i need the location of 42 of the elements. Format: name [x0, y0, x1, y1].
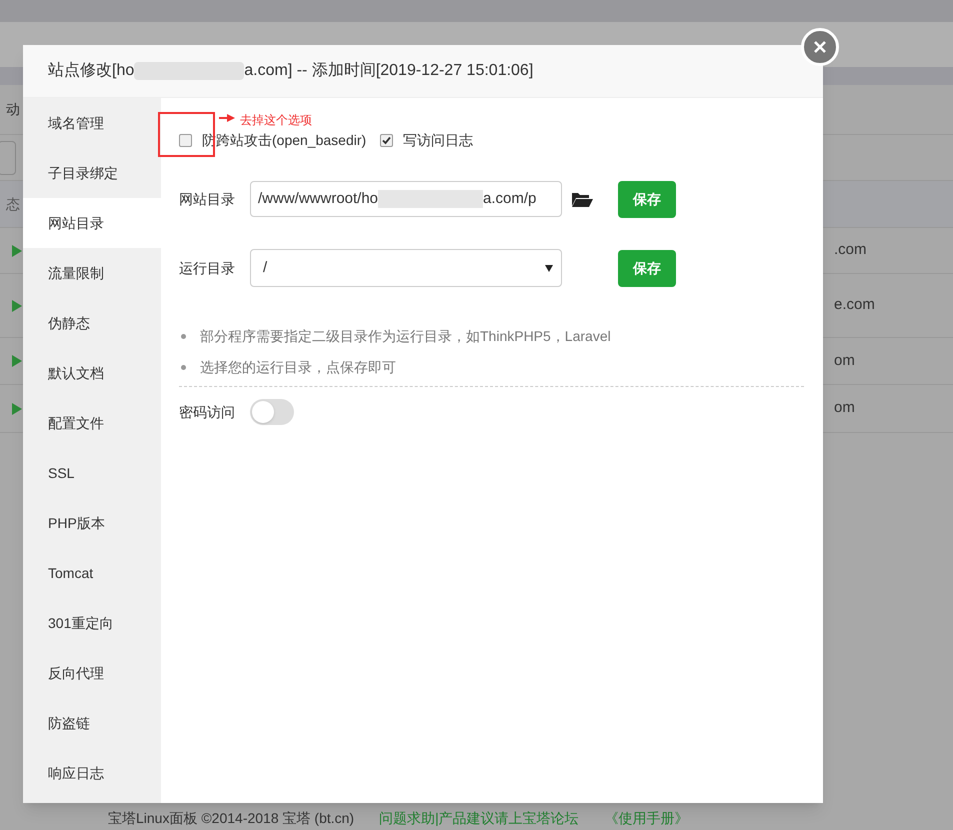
bullet-icon [181, 365, 186, 370]
bullet-icon [181, 334, 186, 339]
checkbox[interactable] [380, 134, 394, 147]
sidebar-tab[interactable]: 默认文档 [23, 348, 161, 398]
field-label: 运行目录 [179, 258, 236, 278]
sidebar-tab[interactable]: 响应日志 [23, 748, 161, 798]
field-label: 网站目录 [179, 190, 236, 208]
sidebar-tab[interactable]: 配置文件 [23, 398, 161, 448]
arrow-icon [219, 114, 235, 122]
checkbox-label: 写访问日志 [403, 131, 474, 150]
sidebar-tab[interactable]: 网站目录 [23, 198, 161, 248]
checkbox[interactable] [179, 134, 192, 147]
field-label: 密码访问 [179, 402, 235, 422]
tip-text: 选择您的运行目录，点保存即可 [200, 358, 396, 377]
highlight-box [158, 112, 215, 157]
background-text: 动 [6, 100, 20, 119]
run-dir-select[interactable]: / [250, 249, 562, 287]
sidebar-tab[interactable]: 子目录绑定 [23, 148, 161, 198]
background-text: 态 [6, 194, 20, 214]
sidebar-tab[interactable]: 流量限制 [23, 248, 161, 298]
tip-text: 部分程序需要指定二级目录作为运行目录，如ThinkPHP5，Laravel [200, 327, 611, 346]
domain-cell-text: e.com [834, 295, 875, 316]
annotation-text: 去掉这个选项 [240, 112, 312, 129]
dialog-title: a.com] -- 添加时间[2019-12-27 15:01:06] [244, 60, 534, 81]
copyright-text: 宝塔Linux面板 ©2014-2018 宝塔 (bt.cn) [108, 808, 354, 828]
folder-icon[interactable] [572, 191, 593, 207]
domain-cell-text: om [834, 350, 855, 371]
domain-cell-text: .com [834, 240, 867, 260]
dropdown-icon [545, 264, 553, 272]
sidebar-tab[interactable]: 301重定向 [23, 598, 161, 648]
sidebar-tab[interactable]: 反向代理 [23, 648, 161, 698]
sidebar-tab[interactable]: 域名管理 [23, 98, 161, 148]
domain-cell-text: om [834, 398, 855, 418]
sidebar-tab[interactable]: SSL [23, 448, 161, 498]
sidebar-tab[interactable]: PHP版本 [23, 498, 161, 548]
close-icon [813, 40, 827, 54]
sidebar-tab[interactable]: Tomcat [23, 548, 161, 598]
toggle-switch[interactable] [250, 399, 294, 425]
dialog-title: 站点修改[ho [48, 60, 134, 81]
sidebar-tab[interactable]: 伪静态 [23, 298, 161, 348]
sidebar-tab[interactable]: 防盗链 [23, 698, 161, 748]
path-field[interactable]: /www/wwwroot/ho a.com/p [250, 181, 562, 217]
